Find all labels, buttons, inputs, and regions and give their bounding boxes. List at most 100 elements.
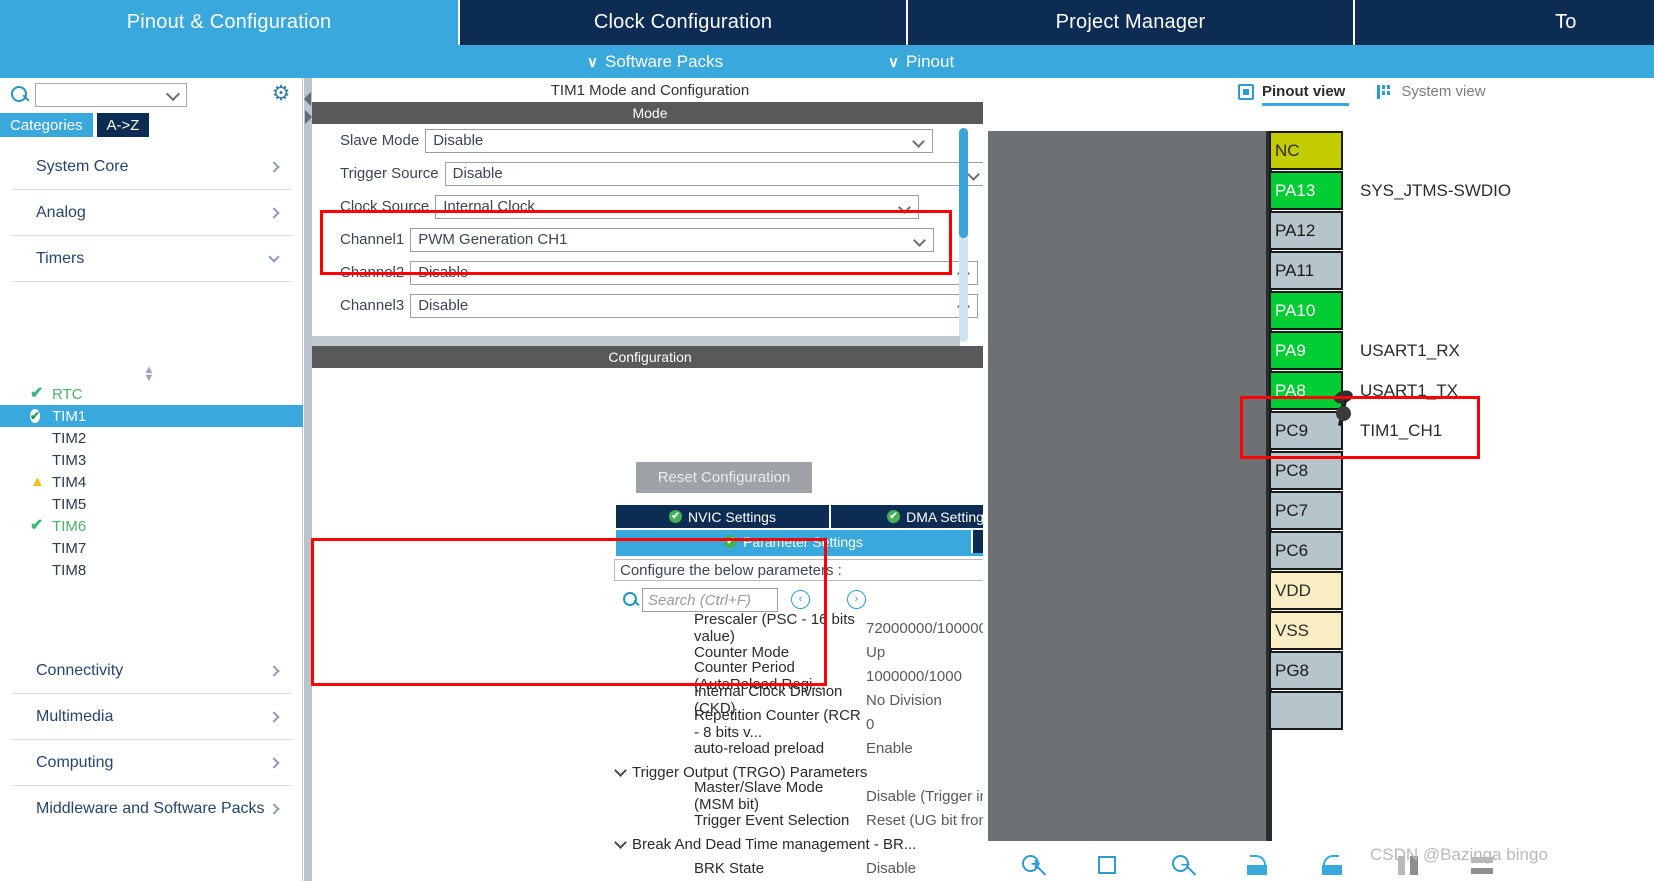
- mode-vertical-scrollbar[interactable]: [959, 128, 968, 342]
- sidebar-category-middleware[interactable]: Middleware and Software Packs: [12, 786, 292, 832]
- sidebar-item-tim1[interactable]: ✔ TIM1: [0, 405, 303, 427]
- sidebar-item-tim8[interactable]: TIM8: [0, 559, 303, 581]
- pin-label: PC8: [1275, 460, 1309, 480]
- pin-pa10[interactable]: PA10: [1269, 291, 1343, 330]
- check-circle-icon: ✔: [669, 510, 683, 523]
- sidebar-item-tim2[interactable]: TIM2: [0, 427, 303, 449]
- pin-label: NC: [1275, 140, 1300, 160]
- reset-configuration-button[interactable]: Reset Configuration: [636, 462, 812, 493]
- pin-pc8[interactable]: PC8: [1269, 451, 1343, 490]
- tab-a-to-z[interactable]: A->Z: [96, 113, 150, 137]
- tab-pinout-view[interactable]: Pinout view: [1238, 83, 1350, 106]
- expand-right-icon[interactable]: [305, 110, 312, 124]
- sidebar-category-analog[interactable]: Analog: [12, 190, 292, 236]
- rotate-left-icon[interactable]: [1318, 853, 1348, 879]
- channel1-select[interactable]: PWM Generation CH1: [410, 227, 935, 252]
- sidebar-item-tim6[interactable]: ✔ TIM6: [0, 515, 303, 537]
- sidebar-mode-tabs: Categories A->Z: [0, 113, 150, 137]
- category-list-bottom: Connectivity Multimedia Computing Middle…: [12, 648, 292, 832]
- pin-signal-pa10: USART1_RX: [1360, 340, 1460, 360]
- peripheral-label: TIM6: [52, 517, 87, 535]
- peripheral-label: TIM4: [52, 473, 87, 491]
- parameter-search-input[interactable]: Search (Ctrl+F): [642, 588, 778, 612]
- mode-label: Channel2: [340, 264, 405, 281]
- tab-categories[interactable]: Categories: [0, 113, 93, 137]
- sub-tab-bar: ∨ Software Packs ∨ Pinout: [0, 45, 1654, 78]
- tab-clock-configuration[interactable]: Clock Configuration: [460, 0, 908, 45]
- channel3-select[interactable]: Disable: [410, 293, 979, 318]
- tab-label: To: [1555, 11, 1577, 33]
- search-next-button[interactable]: ›: [847, 590, 866, 609]
- category-label: System Core: [36, 157, 129, 175]
- trigger-source-select[interactable]: Disable: [444, 161, 988, 186]
- pin-pc7[interactable]: PC7: [1269, 491, 1343, 530]
- chevron-right-icon: [268, 710, 280, 723]
- pin-pg8[interactable]: PG8: [1269, 651, 1343, 690]
- sidebar-category-timers[interactable]: Timers: [12, 236, 292, 282]
- category-list-top: System Core Analog Timers: [12, 144, 292, 282]
- pin-partial[interactable]: [1269, 691, 1343, 730]
- peripheral-label: TIM8: [52, 561, 87, 579]
- pin-label: PC9: [1275, 420, 1309, 440]
- pin-label: PG8: [1275, 660, 1310, 680]
- chip-diagram[interactable]: NC PA13 PA12 PA11 PA10 PA9 PA8 PC9 PC8 P…: [988, 131, 1654, 851]
- channel2-select[interactable]: Disable: [410, 260, 979, 285]
- sidebar-category-computing[interactable]: Computing: [12, 740, 292, 786]
- category-label: Computing: [36, 753, 114, 771]
- pin-vss[interactable]: VSS: [1269, 611, 1343, 650]
- peripheral-label: RTC: [52, 385, 83, 403]
- pin-vdd[interactable]: VDD: [1269, 571, 1343, 610]
- pin-nc[interactable]: NC: [1269, 131, 1343, 170]
- view-tab-label: System view: [1401, 83, 1486, 100]
- software-packs-menu[interactable]: ∨ Software Packs: [587, 45, 723, 78]
- warning-icon: ▲: [30, 473, 45, 490]
- pin-pa11[interactable]: PA11: [1269, 251, 1343, 290]
- scroll-spinner[interactable]: ▲ ▼: [140, 365, 158, 384]
- mode-horizontal-scrollbar[interactable]: [312, 336, 960, 346]
- sidebar-category-system-core[interactable]: System Core: [12, 144, 292, 190]
- tab-nvic-settings[interactable]: ✔ NVIC Settings: [616, 505, 831, 528]
- category-label: Multimedia: [36, 707, 114, 725]
- collapse-left-icon[interactable]: [304, 92, 311, 106]
- sidebar-category-multimedia[interactable]: Multimedia: [12, 694, 292, 740]
- tab-label: NVIC Settings: [688, 508, 776, 525]
- chevron-down-icon: [165, 86, 181, 101]
- pinout-label: Pinout: [905, 51, 955, 71]
- pin-label: PC7: [1275, 500, 1309, 520]
- rotate-right-icon[interactable]: [1243, 853, 1273, 879]
- sidebar-item-tim4[interactable]: ▲ TIM4: [0, 471, 303, 493]
- pin-pc6[interactable]: PC6: [1269, 531, 1343, 570]
- clock-source-select[interactable]: Internal Clock: [435, 194, 920, 219]
- sidebar-item-tim5[interactable]: TIM5: [0, 493, 303, 515]
- tab-tools[interactable]: To: [1355, 0, 1654, 45]
- fit-to-screen-icon[interactable]: [1093, 853, 1123, 879]
- tab-system-view[interactable]: System view: [1377, 83, 1486, 106]
- zoom-out-icon[interactable]: [1168, 853, 1198, 879]
- sidebar-category-connectivity[interactable]: Connectivity: [12, 648, 292, 694]
- peripheral-label: TIM1: [52, 407, 87, 425]
- sidebar-search-row: ⚙: [0, 78, 303, 111]
- param-value: Up: [866, 643, 886, 661]
- sidebar-item-rtc[interactable]: ✔ RTC: [0, 383, 303, 405]
- search-prev-button[interactable]: ‹: [791, 590, 810, 609]
- mode-label: Trigger Source: [340, 165, 439, 182]
- pin-label: PA11: [1275, 260, 1315, 280]
- pin-pa13[interactable]: PA13: [1269, 171, 1343, 210]
- check-icon: ✔: [30, 385, 44, 402]
- zoom-in-icon[interactable]: [1018, 853, 1048, 879]
- gear-icon[interactable]: ⚙: [270, 83, 292, 105]
- left-splitter-handle[interactable]: [304, 78, 312, 881]
- pin-pa12[interactable]: PA12: [1269, 211, 1343, 250]
- tab-parameter-settings[interactable]: ✔ Parameter Settings: [616, 530, 973, 553]
- peripheral-search-combo[interactable]: [35, 82, 187, 107]
- sidebar-item-tim7[interactable]: TIM7: [0, 537, 303, 559]
- pinout-menu[interactable]: ∨ Pinout: [888, 45, 954, 78]
- chevron-down-icon: [614, 763, 627, 777]
- tab-project-manager[interactable]: Project Manager: [908, 0, 1355, 45]
- tab-pinout-configuration[interactable]: Pinout & Configuration: [0, 0, 460, 45]
- sidebar-item-tim3[interactable]: TIM3: [0, 449, 303, 471]
- select-value: Disable: [418, 264, 469, 281]
- slave-mode-select[interactable]: Disable: [425, 128, 934, 153]
- scrollbar-thumb[interactable]: [959, 128, 968, 238]
- pin-pa9[interactable]: PA9: [1269, 331, 1343, 370]
